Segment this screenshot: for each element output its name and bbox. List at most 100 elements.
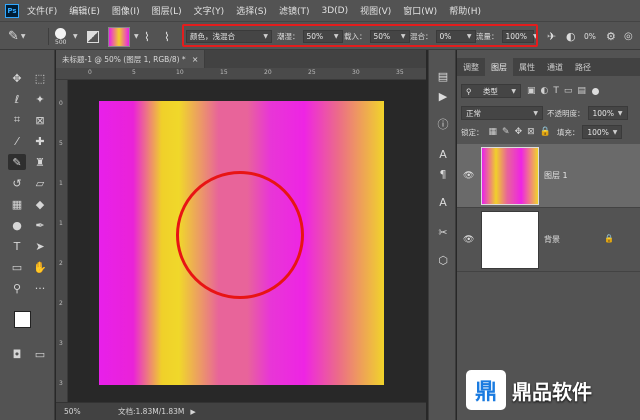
screen-mode-icon[interactable]: ▭ [31,346,49,362]
watermark-text: 鼎品软件 [512,379,592,404]
menu-filter[interactable]: 滤镜(T) [279,4,310,17]
menu-3d[interactable]: 3D(D) [321,6,348,16]
magic-wand-tool-icon[interactable]: ✦ [31,91,49,107]
current-load-swatch[interactable] [108,22,130,51]
vertical-ruler: 0 5 1 1 2 2 3 3 [56,80,68,402]
menu-bar: Ps 文件(F) 编辑(E) 图像(I) 图层(L) 文字(Y) 选择(S) 滤… [0,0,640,21]
info-panel-icon[interactable]: ⓘ [435,116,451,132]
glyphs-panel-icon[interactable]: A [435,194,451,210]
chevron-down-icon[interactable]: ▼ [73,22,78,51]
blur-tool-icon[interactable]: ◆ [31,196,49,212]
eye-icon[interactable]: 👁 [463,171,477,181]
menu-file[interactable]: 文件(F) [27,4,57,17]
chevron-down-icon: ▼ [533,109,538,117]
fill-field[interactable]: 100% ▼ [582,125,623,139]
eyedropper-tool-icon[interactable]: ⁄ [8,133,26,149]
airbrush-button[interactable]: ✈ [547,22,556,51]
filter-type-icon[interactable]: T [553,86,559,96]
filter-shape-icon[interactable]: ▭ [564,86,573,96]
tool-preset-picker[interactable]: ✎ ▼ [8,22,26,51]
tab-channels[interactable]: 通道 [541,58,569,76]
zoom-tool-icon[interactable]: ⚲ [8,280,26,296]
opacity-field[interactable]: 100% ▼ [587,106,628,120]
move-tool-icon[interactable]: ✥ [8,70,26,86]
type-tool-icon[interactable]: T [8,238,26,254]
load-brush-icon: ⌇ [144,29,150,44]
marquee-tool-icon[interactable]: ⬚ [31,70,49,86]
layers-panel: 调整 图层 属性 通道 路径 ⚲ 类型 ▼ ▣ ◐ T ▭ ▤ 正常 ▼ 不透明… [457,50,640,420]
filter-smart-object-icon[interactable]: ▤ [577,86,586,96]
menu-view[interactable]: 视图(V) [360,4,391,17]
history-panel-icon[interactable]: ▤ [435,68,451,84]
dodge-tool-icon[interactable]: ● [8,217,26,233]
frame-tool-icon[interactable]: ⊠ [31,112,49,128]
pressure-button[interactable]: ◎ [624,22,633,51]
tool-presets-panel-icon[interactable]: ✂ [435,224,451,240]
load-brush-button[interactable]: ⌇ [144,22,150,51]
lock-image-icon[interactable]: ✎ [502,127,510,137]
tab-properties[interactable]: 属性 [513,58,541,76]
tab-layers[interactable]: 图层 [485,58,513,76]
filter-pixel-icon[interactable]: ▣ [527,86,536,96]
eraser-tool-icon[interactable]: ▱ [31,175,49,191]
tab-adjustments[interactable]: 调整 [457,58,485,76]
brush-size-picker[interactable]: 500 [55,22,66,51]
rectangle-tool-icon[interactable]: ▭ [8,259,26,275]
filter-adjustment-icon[interactable]: ◐ [541,86,549,96]
lock-position-icon[interactable]: ✥ [515,127,523,137]
menu-type[interactable]: 文字(Y) [194,4,225,17]
lock-all-icon[interactable]: 🔒 [540,127,551,137]
lasso-tool-icon[interactable]: ℓ [8,91,26,107]
gradient-tool-icon[interactable]: ▦ [8,196,26,212]
quick-mask-icon[interactable]: ◘ [8,346,26,362]
path-selection-tool-icon[interactable]: ➤ [31,238,49,254]
zoom-level[interactable]: 50% [64,407,104,416]
smoothing-value[interactable]: 0% [584,32,596,41]
brush-settings-button[interactable] [87,22,99,51]
clean-brush-button[interactable]: ⌇ [164,22,170,51]
chevron-right-icon[interactable]: ▶ [190,408,195,416]
ruler-v-label: 0 [59,100,63,107]
lock-transparent-icon[interactable]: ▦ [489,127,498,137]
clone-stamp-tool-icon[interactable]: ♜ [31,154,49,170]
sample-all-layers-button[interactable]: ◐ [566,22,576,51]
actions-panel-icon[interactable]: ▶ [435,88,451,104]
ruler-v-label: 2 [59,300,63,307]
layer-filter-select[interactable]: ⚲ 类型 ▼ [461,84,521,98]
history-brush-tool-icon[interactable]: ↺ [8,175,26,191]
layer-row-background[interactable]: 👁 背景 🔒 [457,208,640,272]
menu-image[interactable]: 图像(I) [112,4,140,17]
filter-toggle-icon[interactable] [591,87,599,95]
character-panel-icon[interactable]: A [435,146,451,162]
menu-select[interactable]: 选择(S) [236,4,267,17]
more-tools-icon[interactable]: ··· [31,280,49,296]
close-icon[interactable]: × [192,55,199,64]
panel-icon-strip: ▤ ▶ ⓘ A ¶ A ✂ ⬡ [428,50,456,420]
ruler-v-label: 5 [59,140,63,147]
menu-edit[interactable]: 编辑(E) [69,4,100,17]
layer-thumbnail [481,210,539,269]
chevron-down-icon[interactable]: ▼ [134,22,139,51]
healing-brush-tool-icon[interactable]: ✚ [31,133,49,149]
ruler-v-label: 2 [59,260,63,267]
photoshop-logo-icon: Ps [5,3,19,18]
menu-layer[interactable]: 图层(L) [152,4,182,17]
ruler-h-label: 25 [308,69,316,76]
layer-row-layer1[interactable]: 👁 图层 1 [457,144,640,208]
menu-help[interactable]: 帮助(H) [449,4,481,17]
paragraph-panel-icon[interactable]: ¶ [435,166,451,182]
blend-mode-select[interactable]: 正常 ▼ [461,106,543,120]
ruler-h-label: 15 [220,69,228,76]
hand-tool-icon[interactable]: ✋ [31,259,49,275]
crop-tool-icon[interactable]: ⌗ [8,112,26,128]
menu-window[interactable]: 窗口(W) [403,4,437,17]
tab-paths[interactable]: 路径 [569,58,597,76]
smoothing-settings-button[interactable]: ⚙ [606,22,616,51]
3d-panel-icon[interactable]: ⬡ [435,252,451,268]
document-tab[interactable]: 未标题-1 @ 50% (图层 1, RGB/8) * × [56,50,206,68]
lock-artboard-icon[interactable]: ⊠ [527,127,535,137]
eye-icon[interactable]: 👁 [463,235,477,245]
foreground-color-swatch[interactable] [14,311,31,328]
mixer-brush-tool-icon[interactable]: ✎ [8,154,26,170]
pen-tool-icon[interactable]: ✒ [31,217,49,233]
